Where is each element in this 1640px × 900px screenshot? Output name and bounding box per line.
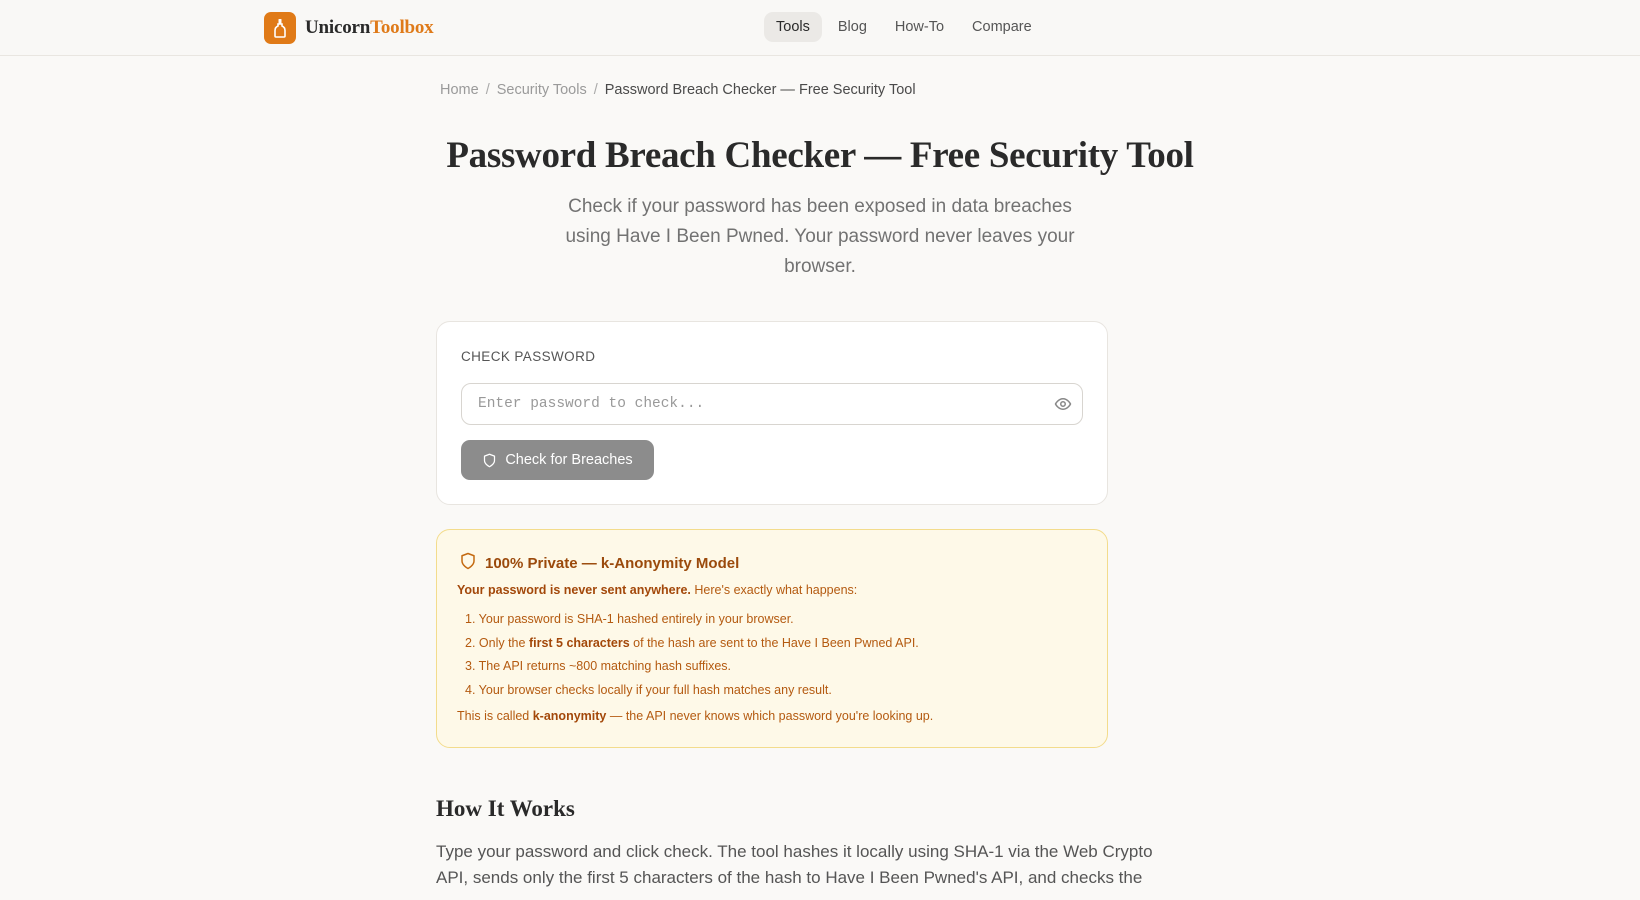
privacy-steps-list: 1. Your password is SHA-1 hashed entirel… (465, 608, 919, 702)
password-input[interactable] (462, 384, 1042, 424)
how-it-works-heading: How It Works (436, 796, 575, 821)
nav-tools[interactable]: Tools (764, 12, 822, 42)
bottle-icon (264, 12, 296, 44)
privacy-notice: 100% Private — k-Anonymity Model Your pa… (436, 529, 1108, 748)
shield-icon (482, 453, 497, 468)
nav-blog[interactable]: Blog (826, 12, 879, 42)
breadcrumb-separator: / (485, 82, 490, 98)
password-field-wrapper (461, 383, 1083, 425)
logo-text: UnicornToolbox (305, 17, 434, 38)
check-breaches-label: Check for Breaches (505, 452, 633, 468)
privacy-notice-intro: Your password is never sent anywhere. He… (457, 583, 858, 597)
breadcrumb-current: Password Breach Checker — Free Security … (604, 82, 916, 98)
breadcrumb-security-tools[interactable]: Security Tools (497, 82, 587, 98)
check-password-card: CHECK PASSWORD Check for Breaches (436, 321, 1108, 505)
privacy-step: 3. The API returns ~800 matching hash su… (465, 659, 732, 673)
privacy-step: 1. Your password is SHA-1 hashed entirel… (465, 612, 794, 626)
eye-icon[interactable] (1054, 395, 1072, 413)
main-nav: Tools Blog How-To Compare (764, 12, 1048, 42)
page-title: Password Breach Checker — Free Security … (446, 135, 1194, 176)
shield-icon (459, 551, 477, 576)
privacy-notice-title: 100% Private — k-Anonymity Model (485, 555, 740, 572)
privacy-step: 2. Only the first 5 characters of the ha… (465, 635, 919, 650)
breadcrumb: Home / Security Tools / Password Breach … (440, 82, 916, 98)
breadcrumb-home[interactable]: Home (440, 82, 479, 98)
how-it-works-text: Type your password and click check. The … (436, 842, 1153, 900)
breadcrumb-separator: / (593, 82, 598, 98)
privacy-notice-header: 100% Private — k-Anonymity Model (459, 551, 739, 576)
page-subtitle: Check if your password has been exposed … (565, 196, 1075, 277)
nav-how-to[interactable]: How-To (883, 12, 956, 42)
privacy-step: 4. Your browser checks locally if your f… (465, 682, 832, 697)
privacy-notice-footer: This is called k-anonymity — the API nev… (457, 709, 934, 723)
check-password-label: CHECK PASSWORD (461, 349, 596, 364)
nav-compare[interactable]: Compare (960, 12, 1044, 42)
logo[interactable]: UnicornToolbox (264, 12, 434, 44)
check-breaches-button[interactable]: Check for Breaches (461, 440, 654, 480)
top-navbar: UnicornToolbox Tools Blog How-To Compare (0, 0, 1640, 56)
